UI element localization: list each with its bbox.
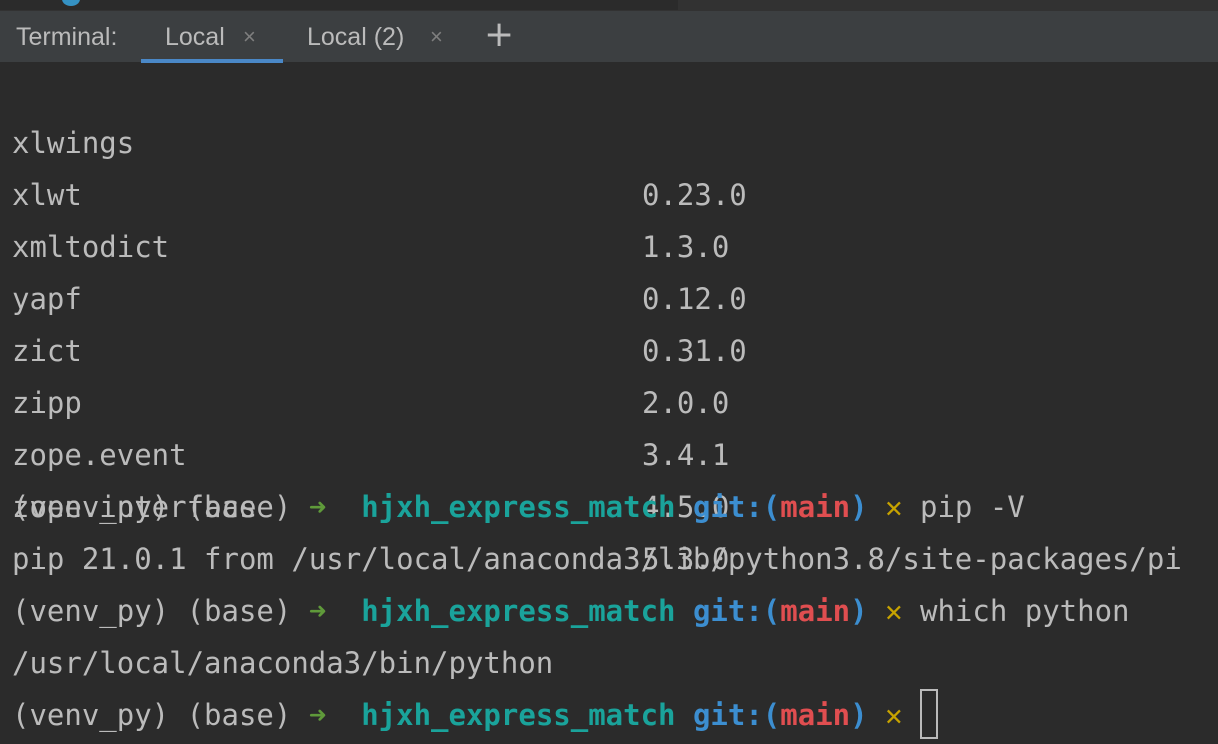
prompt-line[interactable]: (venv_py) (base) ➜ hjxh_express_match gi… — [12, 689, 938, 741]
package-version: 0.23.0 — [642, 178, 747, 212]
prompt-arrow-icon: ➜ — [308, 594, 327, 628]
prompt-branch: main — [780, 490, 851, 524]
status-dot-icon — [62, 0, 80, 6]
prompt-arrow-icon: ➜ — [308, 698, 327, 732]
text-cursor — [920, 689, 938, 739]
package-row: xlwt 1.3.0 — [12, 117, 729, 264]
top-strip-right — [678, 0, 1218, 10]
prompt-dir: hjxh_express_match — [361, 698, 676, 732]
terminal-tabbar: Terminal: Local × Local (2) × + — [0, 10, 1218, 63]
package-row: zict 2.0.0 — [12, 273, 729, 420]
package-version: 1.3.0 — [642, 230, 730, 264]
dirty-icon: ✕ — [885, 594, 903, 628]
add-tab-icon[interactable]: + — [484, 15, 514, 55]
dirty-icon: ✕ — [885, 698, 903, 732]
tab-local-2[interactable]: Local (2) × — [288, 11, 468, 63]
terminal-output[interactable]: xlwings 0.23.0 xlwt 1.3.0 xmltodict 0.12… — [0, 63, 1218, 744]
top-strip — [0, 0, 1218, 10]
prompt-env: (venv_py) (base) — [12, 490, 292, 524]
prompt-branch: main — [780, 594, 851, 628]
package-row: zipp 3.4.1 — [12, 325, 729, 472]
prompt-git-prefix: git:( — [692, 698, 781, 732]
package-row: zope.interface 5.3.0 — [12, 429, 729, 576]
terminal-title: Terminal: — [16, 23, 118, 51]
prompt-branch: main — [780, 698, 851, 732]
package-version: 3.4.1 — [642, 438, 730, 472]
prompt-git-suffix: ) — [850, 490, 868, 524]
package-row: xmltodict 0.12.0 — [12, 169, 747, 316]
package-version: 0.31.0 — [642, 334, 747, 368]
package-version: 0.12.0 — [642, 282, 747, 316]
prompt-git-prefix: git:( — [692, 594, 781, 628]
tab-local-label: Local — [165, 23, 225, 51]
prompt-git-suffix: ) — [850, 698, 868, 732]
package-row: xlwings 0.23.0 — [12, 65, 747, 212]
command-text: which python — [920, 594, 1130, 628]
prompt-dir: hjxh_express_match — [361, 594, 676, 628]
terminal-window: Terminal: Local × Local (2) × + xlwings … — [0, 0, 1218, 744]
prompt-line: (venv_py) (base) ➜ hjxh_express_match gi… — [12, 585, 1130, 637]
prompt-env: (venv_py) (base) — [12, 698, 292, 732]
tab-local-2-label: Local (2) — [307, 23, 405, 51]
prompt-line: (venv_py) (base) ➜ hjxh_express_match gi… — [12, 481, 1025, 533]
command-text: pip -V — [920, 490, 1025, 524]
dirty-icon: ✕ — [885, 490, 903, 524]
prompt-git-prefix: git:( — [692, 490, 781, 524]
package-row: zope.event 4.5.0 — [12, 377, 729, 524]
prompt-dir: hjxh_express_match — [361, 490, 676, 524]
tab-local[interactable]: Local × — [141, 11, 283, 63]
prompt-git-suffix: ) — [850, 594, 868, 628]
command-output: /usr/local/anaconda3/bin/python — [12, 646, 554, 680]
prompt-env: (venv_py) (base) — [12, 594, 292, 628]
package-version: 2.0.0 — [642, 386, 730, 420]
prompt-arrow-icon: ➜ — [308, 490, 327, 524]
command-output: pip 21.0.1 from /usr/local/anaconda3/lib… — [12, 542, 1182, 576]
package-row: yapf 0.31.0 — [12, 221, 747, 368]
close-icon[interactable]: × — [243, 24, 256, 50]
close-icon[interactable]: × — [430, 24, 443, 50]
